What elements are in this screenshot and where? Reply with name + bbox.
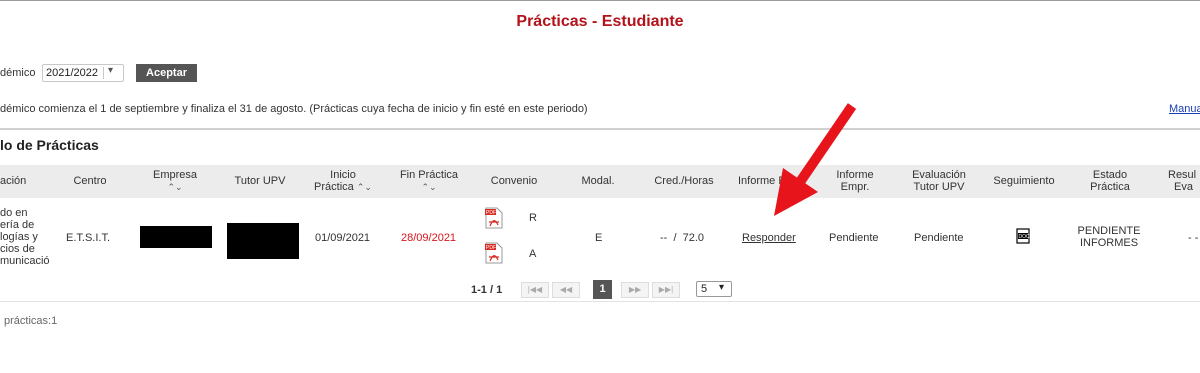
svg-text:DOC: DOC <box>1019 234 1031 240</box>
cell-titulacion: do en ería de logías y cios de municació <box>0 207 50 267</box>
redacted-tutor <box>227 223 299 259</box>
academic-year-label: démico <box>0 67 36 79</box>
header-estado-line2: Práctica <box>1090 181 1130 193</box>
pdf-icon[interactable]: PDF <box>485 207 503 229</box>
pager-next-button[interactable]: ▶▶ <box>621 282 649 298</box>
header-convenio[interactable]: Convenio <box>481 175 547 187</box>
cell-informe-empresa: Pendiente <box>829 232 879 244</box>
row-divider <box>0 301 1200 302</box>
header-evaluacion-tutor[interactable]: Evaluación Tutor UPV <box>900 169 978 193</box>
section-title: lo de Prácticas <box>0 137 99 153</box>
period-note: démico comienza el 1 de septiembre y fin… <box>0 103 588 115</box>
sort-icon[interactable]: ⌃⌄ <box>421 182 436 192</box>
responder-link[interactable]: Responder <box>742 232 796 244</box>
convenio-r-label: R <box>529 212 537 224</box>
header-empresa-label: Empresa <box>152 169 198 181</box>
estado-line1: PENDIENTE <box>1077 225 1141 237</box>
cell-cred-horas: -- / 72.0 <box>660 232 705 244</box>
pager-current-page[interactable]: 1 <box>593 280 612 299</box>
header-resultado[interactable]: Resul Eva <box>1168 169 1196 193</box>
header-titulacion[interactable]: ación <box>0 175 26 187</box>
page-title: Prácticas - Estudiante <box>516 13 684 30</box>
cell-estado: PENDIENTE INFORMES <box>1074 225 1144 249</box>
convenio-a-label: A <box>529 248 537 260</box>
manual-link[interactable]: Manua <box>1169 103 1200 115</box>
header-inicio-practica[interactable]: Inicio Práctica ⌃⌄ <box>308 169 378 193</box>
header-cred-horas[interactable]: Cred./Horas <box>648 175 720 187</box>
header-resultado-line2: Eva <box>1174 181 1193 193</box>
header-empresa[interactable]: Empresa ⌃⌄ <box>140 169 210 193</box>
titulacion-line: logías y <box>0 231 38 243</box>
header-resultado-line1: Resul <box>1168 169 1197 181</box>
chevron-down-icon: ▾ <box>719 282 725 293</box>
pager-first-button[interactable]: |◀◀ <box>521 282 549 298</box>
header-fin-practica[interactable]: Fin Práctica ⌃⌄ <box>392 169 466 193</box>
cell-centro: E.T.S.I.T. <box>66 232 111 244</box>
header-estado-practica[interactable]: Estado Práctica <box>1078 169 1142 193</box>
page-size-value: 5 <box>701 283 708 295</box>
cell-inicio: 01/09/2021 <box>315 232 371 244</box>
top-border <box>0 0 1200 1</box>
header-inicio-line2: Práctica <box>314 181 354 193</box>
header-centro[interactable]: Centro <box>60 175 120 187</box>
annotation-arrow-icon <box>774 103 857 216</box>
cell-evaluacion: Pendiente <box>914 232 964 244</box>
academic-year-value: 2021/2022 <box>46 67 98 79</box>
cell-resultado: - - <box>1188 232 1199 244</box>
header-seguimiento[interactable]: Seguimiento <box>988 175 1060 187</box>
titulacion-line: cios de <box>0 243 35 255</box>
redacted-empresa <box>140 226 212 248</box>
pager-count: 1-1 / 1 <box>471 284 503 296</box>
chevron-down-icon: ▾ <box>108 65 114 76</box>
select-divider <box>103 67 104 79</box>
cell-modal: E <box>595 232 603 244</box>
titulacion-line: municació <box>0 255 50 267</box>
academic-year-select[interactable]: 2021/2022 ▾ <box>42 64 124 82</box>
pdf-icon[interactable]: PDF <box>485 242 503 264</box>
accept-button[interactable]: Aceptar <box>136 64 197 82</box>
header-tutor-upv[interactable]: Tutor UPV <box>225 175 295 187</box>
header-inicio-line1: Inicio <box>330 169 356 181</box>
page-size-select[interactable]: 5 ▾ <box>696 281 732 297</box>
total-practicas: prácticas:1 <box>4 315 58 327</box>
estado-line2: INFORMES <box>1079 237 1139 249</box>
titulacion-line: do en <box>0 207 28 219</box>
header-modal[interactable]: Modal. <box>575 175 621 187</box>
pager-last-button[interactable]: ▶▶| <box>652 282 680 298</box>
titulacion-line: ería de <box>0 219 35 231</box>
header-fin-label: Fin Práctica <box>399 169 459 181</box>
sort-icon[interactable]: ⌃⌄ <box>167 182 182 192</box>
header-estado-line1: Estado <box>1092 169 1128 181</box>
cell-fin: 28/09/2021 <box>401 232 457 244</box>
sort-icon[interactable]: ⌃⌄ <box>357 182 372 192</box>
section-divider <box>0 128 1200 130</box>
header-eval-line2: Tutor UPV <box>913 181 965 193</box>
svg-text:PDF: PDF <box>486 245 496 251</box>
header-eval-line1: Evaluación <box>912 169 966 181</box>
document-icon[interactable]: DOC <box>1016 228 1030 244</box>
svg-text:PDF: PDF <box>486 210 496 216</box>
pager-prev-button[interactable]: ◀◀ <box>552 282 580 298</box>
